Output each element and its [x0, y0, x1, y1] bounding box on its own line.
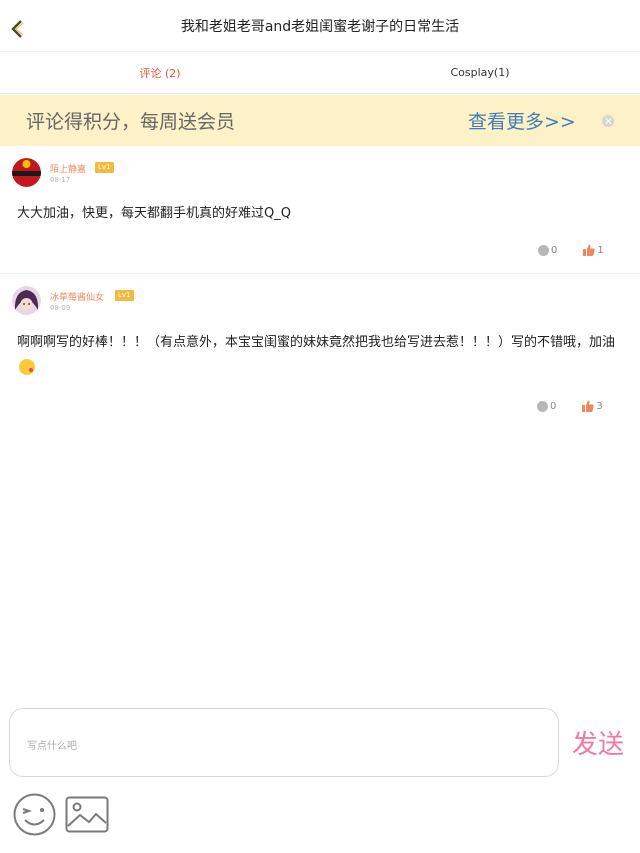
comment-text-body: 啊啊啊写的好棒！！！（有点意外，本宝宝闺蜜的妹妹竟然把我也给写进去惹！！！）写的…: [17, 335, 616, 350]
image-icon[interactable]: [65, 796, 109, 833]
comment-input[interactable]: 写点什么吧: [9, 708, 559, 777]
comment-bubble-icon: [538, 244, 549, 256]
thumbs-up-icon: [582, 400, 595, 412]
comment-actions: 0 3: [537, 400, 603, 412]
tab-cosplay[interactable]: Cosplay(1): [320, 52, 640, 93]
reply-button[interactable]: 0: [537, 400, 557, 412]
promo-banner: 评论得积分，每周送会员 查看更多>>: [0, 95, 640, 146]
comment-actions: 0 1: [538, 244, 604, 256]
comment-text: 大大加油，快更，每天都翻手机真的好难过Q_Q: [17, 206, 291, 221]
close-icon[interactable]: [602, 115, 614, 127]
comment-item: 冰草莓酱仙女 Lv1 08-09 啊啊啊写的好棒！！！（有点意外，本宝宝闺蜜的妹…: [0, 274, 640, 424]
see-more-link[interactable]: 查看更多>>: [468, 107, 576, 134]
username[interactable]: 冰草莓酱仙女: [50, 290, 104, 303]
chevron-left-icon[interactable]: [6, 18, 28, 40]
comment-text: 啊啊啊写的好棒！！！（有点意外，本宝宝闺蜜的妹妹竟然把我也给写进去惹！！！）写的…: [17, 330, 629, 382]
reply-count: 0: [551, 244, 558, 256]
send-button[interactable]: 发送: [572, 724, 624, 761]
tab-comments[interactable]: 评论 (2): [0, 52, 320, 93]
comment-date: 08-17: [50, 176, 71, 184]
level-badge: Lv1: [115, 290, 134, 301]
top-bar: 我和老姐老哥and老姐闺蜜老谢子的日常生活: [0, 0, 640, 52]
avatar[interactable]: [12, 158, 41, 187]
smiley-wink-icon[interactable]: [13, 793, 56, 836]
like-button[interactable]: 1: [583, 244, 604, 256]
comment-date: 08-09: [50, 304, 71, 312]
kiss-emoji-icon: [19, 359, 35, 375]
avatar[interactable]: [12, 286, 41, 315]
like-button[interactable]: 3: [582, 400, 603, 412]
level-badge: Lv1: [95, 162, 114, 173]
page-title: 我和老姐老哥and老姐闺蜜老谢子的日常生活: [180, 18, 460, 35]
like-count: 3: [596, 400, 603, 412]
username[interactable]: 陌上静嘉: [50, 162, 86, 175]
like-count: 1: [597, 244, 604, 256]
reply-count: 0: [550, 400, 557, 412]
thumbs-up-icon: [583, 244, 596, 256]
comment-input-placeholder: 写点什么吧: [27, 741, 77, 752]
comment-item: 陌上静嘉 Lv1 08-17 大大加油，快更，每天都翻手机真的好难过Q_Q 0 …: [0, 146, 640, 274]
comment-bubble-icon: [537, 400, 548, 412]
banner-text: 评论得积分，每周送会员: [26, 111, 236, 133]
reply-button[interactable]: 0: [538, 244, 558, 256]
tab-bar: 评论 (2) Cosplay(1): [0, 52, 640, 94]
